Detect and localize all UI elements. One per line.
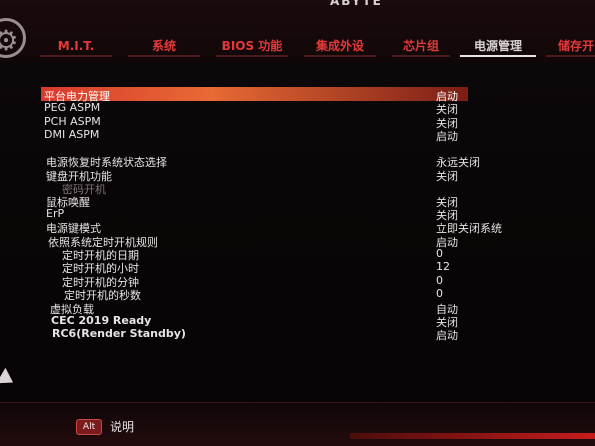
- setting-row-rc6-render-standby[interactable]: RC6(Render Standby) 启动: [0, 327, 595, 342]
- tab-save-exit[interactable]: 储存开: [546, 37, 595, 57]
- setting-label: CEC 2019 Ready: [51, 314, 152, 327]
- settings-panel: 平台电力管理 启动 PEG ASPM 关闭 PCH ASPM 关闭 DMI AS…: [0, 62, 595, 402]
- setting-row-dummy-load[interactable]: 虚拟负载 自动: [0, 301, 595, 316]
- tab-peripherals[interactable]: 集成外设: [304, 37, 376, 57]
- setting-row-cec-2019-ready[interactable]: CEC 2019 Ready 关闭: [0, 314, 595, 329]
- tab-power-management[interactable]: 电源管理: [460, 37, 536, 57]
- setting-row-power-on-password: 密码开机: [0, 181, 595, 196]
- setting-value: 12: [436, 260, 450, 273]
- setting-row-wake-up-second[interactable]: 定时开机的秒数 0: [0, 287, 595, 302]
- decorative-red-bar: [350, 433, 595, 439]
- setting-label: PCH ASPM: [44, 115, 101, 128]
- setting-row-resume-by-alarm[interactable]: 依照系统定时开机规则 启动: [0, 234, 595, 249]
- setting-row-power-button-mode[interactable]: 电源键模式 立即关闭系统: [0, 220, 595, 235]
- brand-logo-text: ABYTE: [330, 0, 383, 8]
- setting-label: PEG ASPM: [44, 101, 101, 114]
- help-label[interactable]: 说明: [110, 418, 134, 435]
- tab-bios-features[interactable]: BIOS 功能: [216, 37, 288, 57]
- setting-value: 0: [436, 274, 443, 287]
- setting-row-peg-aspm[interactable]: PEG ASPM 关闭: [0, 101, 595, 116]
- setting-label: ErP: [46, 207, 65, 220]
- setting-row-platform-power-management[interactable]: 平台电力管理 启动: [0, 87, 595, 103]
- tab-chipset[interactable]: 芯片组: [392, 37, 450, 57]
- setting-value: 0: [436, 287, 443, 300]
- setting-row-dmi-aspm[interactable]: DMI ASPM 启动: [0, 128, 595, 143]
- gear-icon: ⚙: [0, 18, 26, 58]
- bottom-bar: Alt 说明: [0, 402, 595, 446]
- setting-label: RC6(Render Standby): [52, 327, 186, 340]
- tab-mit[interactable]: M.I.T.: [40, 37, 112, 57]
- setting-value: 0: [436, 247, 443, 260]
- setting-row-erp[interactable]: ErP 关闭: [0, 207, 595, 222]
- setting-value: 启动: [436, 329, 458, 342]
- setting-row-wake-up-hour[interactable]: 定时开机的小时 12: [0, 260, 595, 275]
- alt-key-badge[interactable]: Alt: [76, 419, 102, 435]
- setting-value: 启动: [436, 130, 458, 143]
- tab-system[interactable]: 系统: [128, 37, 200, 57]
- setting-row-power-on-by-keyboard[interactable]: 键盘开机功能 关闭: [0, 168, 595, 183]
- setting-row-pch-aspm[interactable]: PCH ASPM 关闭: [0, 115, 595, 130]
- setting-row-ac-back[interactable]: 电源恢复时系统状态选择 永远关闭: [0, 154, 595, 169]
- setting-row-mouse-wake[interactable]: 鼠标唤醒 关闭: [0, 194, 595, 209]
- setting-label: DMI ASPM: [44, 128, 100, 141]
- setting-row-wake-up-day[interactable]: 定时开机的日期 0: [0, 247, 595, 262]
- top-header: ABYTE ⚙ M.I.T. 系统 BIOS 功能 集成外设 芯片组 电源管理 …: [0, 0, 595, 64]
- setting-row-wake-up-minute[interactable]: 定时开机的分钟 0: [0, 274, 595, 289]
